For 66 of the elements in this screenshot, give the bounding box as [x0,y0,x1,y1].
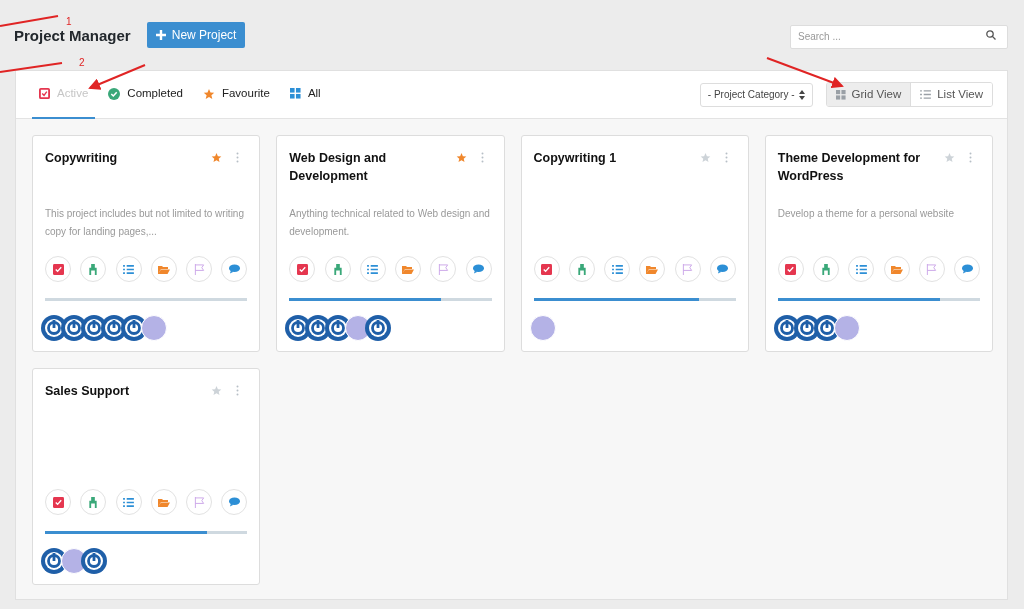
project-description: Develop a theme for a personal website [777,207,955,221]
milestone-icon [576,263,587,275]
task-icon [296,263,308,275]
star-icon[interactable] [944,152,955,163]
project-title[interactable]: Copywriting 1 [533,149,696,167]
view-toggle[interactable]: Grid View [826,83,911,106]
star-icon[interactable] [455,152,467,163]
project-title[interactable]: Sales Support [45,382,208,400]
view-toggle[interactable]: List View [910,83,992,106]
annotation-number: 2 [79,56,85,70]
list-icon [123,264,134,274]
list-icon [611,264,623,274]
task-icon [52,263,64,275]
list-icon [123,497,134,507]
star-icon[interactable] [211,385,223,396]
search-field[interactable]: Search ... [790,24,1008,49]
annotation-line [0,15,59,27]
filter-tab[interactable]: Favourite [195,70,277,119]
task-icon [541,263,552,275]
sort-arrows-icon [798,89,805,100]
chat-bubble-icon [961,264,973,274]
milestone-icon [88,263,99,275]
list-icon [855,264,867,274]
search-icon [986,30,996,40]
folder-icon [402,264,414,274]
task-icon [52,496,64,508]
list-icon [920,90,932,99]
star-icon [202,87,215,100]
folder-icon [157,497,170,507]
grid-icon [289,88,301,99]
page-title: Project Manager [14,27,131,43]
folder-icon [890,264,903,274]
flag-icon [193,263,205,275]
project-title[interactable]: Copywriting [45,149,208,167]
flag-icon [926,263,938,275]
project-title[interactable]: Theme Development for WordPress [777,149,940,185]
milestone-icon [821,263,831,275]
folder-icon [157,264,170,274]
chat-bubble-icon [717,264,729,274]
category-select[interactable]: - Project Category - [699,82,813,107]
annotation-line [0,62,63,73]
grid-icon [835,89,846,100]
star-icon[interactable] [699,152,711,163]
task-icon [785,263,797,275]
chat-bubble-icon [473,264,484,274]
milestone-icon [88,496,99,508]
star-icon[interactable] [211,152,223,163]
project-title[interactable]: Web Design and Development [289,149,452,185]
new-project-button[interactable]: New Project [146,22,246,48]
task-icon [39,88,50,99]
chat-bubble-icon [228,497,240,507]
annotation-arrow [88,64,146,90]
filter-tab[interactable]: Completed [101,70,190,119]
milestone-icon [332,263,343,275]
chat-bubble-icon [228,264,240,274]
flag-icon [193,496,205,508]
list-icon [367,264,379,274]
annotation-number: 1 [66,15,72,29]
folder-icon [646,264,659,274]
project-description: This project includes but not limited to writing copy for landing pages,... [45,207,245,239]
plus-icon [155,30,166,40]
filter-tab[interactable]: All [282,70,328,119]
flag-icon [437,263,449,275]
check-circle-icon [108,87,121,100]
flag-icon [682,263,693,275]
project-description: Anything technical related to Web design and development. [289,207,491,239]
